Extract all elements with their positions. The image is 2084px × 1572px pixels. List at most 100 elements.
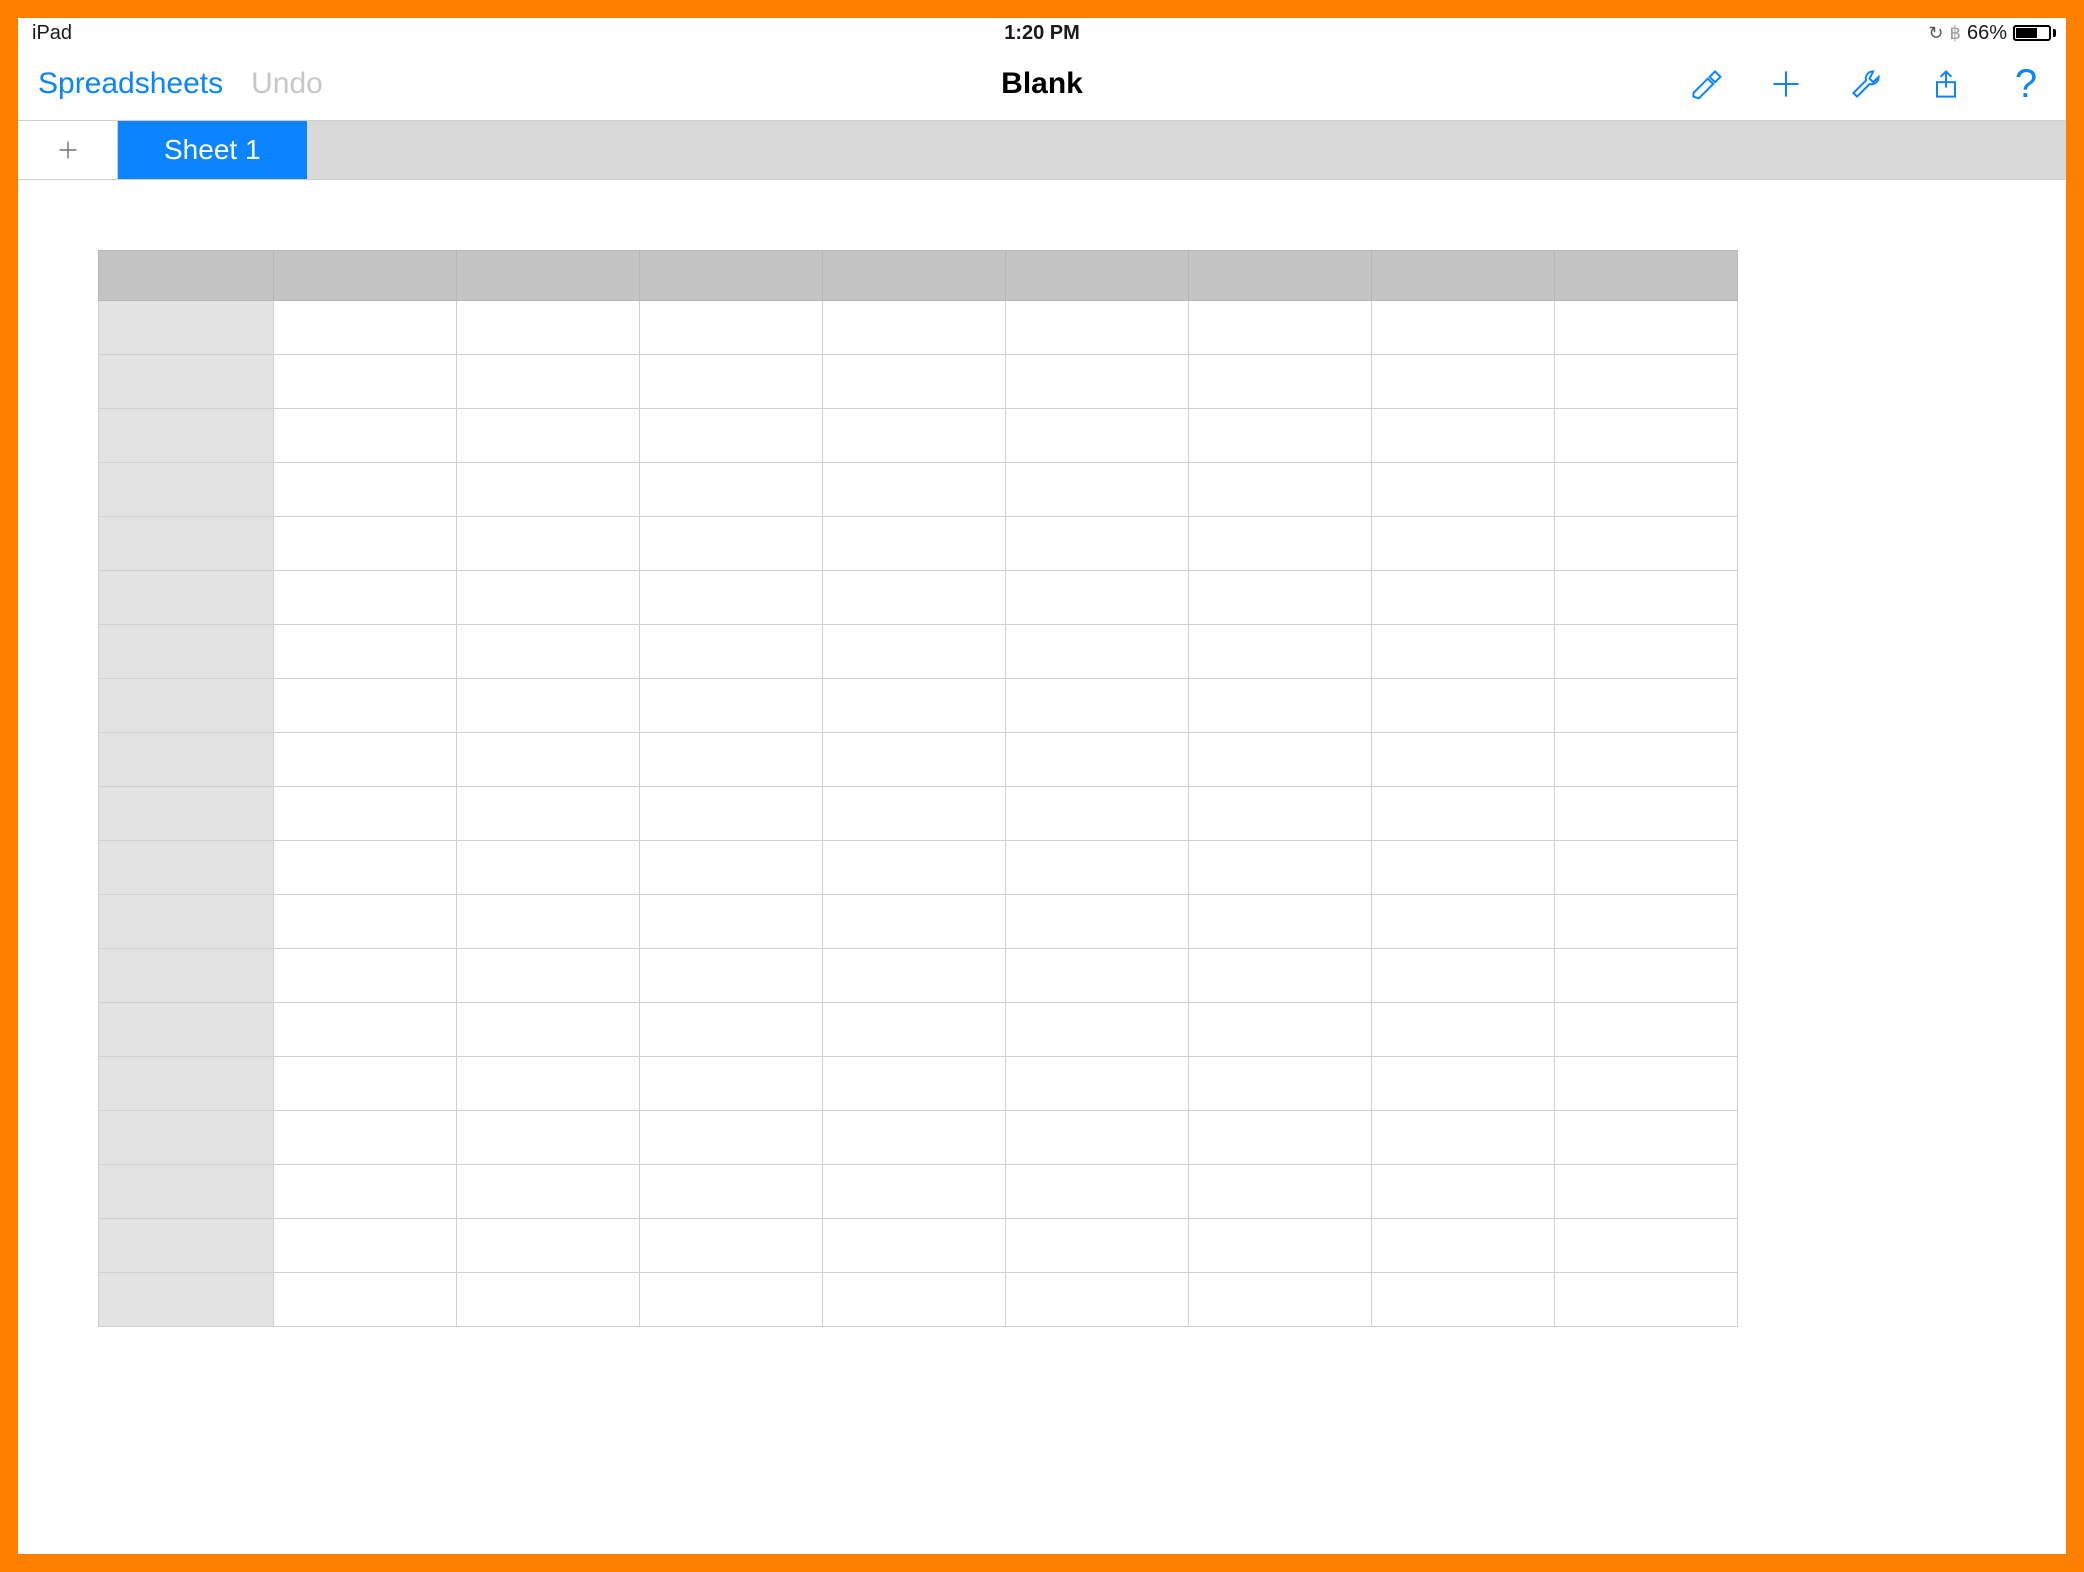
cell[interactable] xyxy=(823,463,1006,517)
cell[interactable] xyxy=(274,517,457,571)
cell[interactable] xyxy=(1189,1165,1372,1219)
row-header[interactable] xyxy=(99,1219,274,1273)
sheet-tab-active[interactable]: Sheet 1 xyxy=(118,121,307,179)
cell[interactable] xyxy=(1189,949,1372,1003)
cell[interactable] xyxy=(1189,301,1372,355)
cell[interactable] xyxy=(823,895,1006,949)
cell[interactable] xyxy=(1189,679,1372,733)
cell[interactable] xyxy=(1555,463,1738,517)
cell[interactable] xyxy=(823,949,1006,1003)
cell[interactable] xyxy=(1189,895,1372,949)
cell[interactable] xyxy=(640,517,823,571)
row-header[interactable] xyxy=(99,1273,274,1327)
cell[interactable] xyxy=(1372,1003,1555,1057)
cell[interactable] xyxy=(1189,571,1372,625)
cell[interactable] xyxy=(1006,1057,1189,1111)
row-header[interactable] xyxy=(99,409,274,463)
cell[interactable] xyxy=(1555,895,1738,949)
column-header[interactable] xyxy=(640,251,823,301)
cell[interactable] xyxy=(1189,1003,1372,1057)
sheet-canvas[interactable] xyxy=(18,180,2066,1554)
cell[interactable] xyxy=(457,1273,640,1327)
cell[interactable] xyxy=(457,1219,640,1273)
cell[interactable] xyxy=(1372,1057,1555,1111)
cell[interactable] xyxy=(457,949,640,1003)
cell[interactable] xyxy=(1372,463,1555,517)
cell[interactable] xyxy=(1189,1057,1372,1111)
cell[interactable] xyxy=(1555,1273,1738,1327)
cell[interactable] xyxy=(1189,409,1372,463)
undo-button[interactable]: Undo xyxy=(251,67,323,101)
cell[interactable] xyxy=(823,1165,1006,1219)
cell[interactable] xyxy=(1555,1219,1738,1273)
cell[interactable] xyxy=(1006,949,1189,1003)
cell[interactable] xyxy=(1006,409,1189,463)
cell[interactable] xyxy=(457,1057,640,1111)
cell[interactable] xyxy=(1006,517,1189,571)
cell[interactable] xyxy=(1372,1219,1555,1273)
cell[interactable] xyxy=(640,463,823,517)
back-button[interactable]: Spreadsheets xyxy=(38,67,223,101)
cell[interactable] xyxy=(1006,895,1189,949)
cell[interactable] xyxy=(274,1165,457,1219)
cell[interactable] xyxy=(274,409,457,463)
cell[interactable] xyxy=(1006,301,1189,355)
row-header[interactable] xyxy=(99,463,274,517)
column-header[interactable] xyxy=(1555,251,1738,301)
cell[interactable] xyxy=(274,679,457,733)
cell[interactable] xyxy=(457,841,640,895)
cell[interactable] xyxy=(640,1273,823,1327)
help-button[interactable]: ? xyxy=(2006,64,2046,104)
cell[interactable] xyxy=(823,409,1006,463)
cell[interactable] xyxy=(1555,517,1738,571)
cell[interactable] xyxy=(1006,463,1189,517)
row-header[interactable] xyxy=(99,841,274,895)
cell[interactable] xyxy=(823,1057,1006,1111)
cell[interactable] xyxy=(274,841,457,895)
cell[interactable] xyxy=(640,787,823,841)
cell[interactable] xyxy=(1006,1165,1189,1219)
cell[interactable] xyxy=(823,571,1006,625)
column-header[interactable] xyxy=(274,251,457,301)
cell[interactable] xyxy=(457,1003,640,1057)
cell[interactable] xyxy=(823,1003,1006,1057)
cell[interactable] xyxy=(1189,355,1372,409)
cell[interactable] xyxy=(640,409,823,463)
row-header[interactable] xyxy=(99,301,274,355)
cell[interactable] xyxy=(274,949,457,1003)
cell[interactable] xyxy=(640,733,823,787)
row-header[interactable] xyxy=(99,895,274,949)
cell[interactable] xyxy=(274,1273,457,1327)
cell[interactable] xyxy=(1555,949,1738,1003)
cell[interactable] xyxy=(1006,787,1189,841)
cell[interactable] xyxy=(1372,1165,1555,1219)
cell[interactable] xyxy=(1555,409,1738,463)
cell[interactable] xyxy=(1006,1111,1189,1165)
cell[interactable] xyxy=(640,1003,823,1057)
cell[interactable] xyxy=(1372,409,1555,463)
row-header[interactable] xyxy=(99,787,274,841)
cell[interactable] xyxy=(274,895,457,949)
cell[interactable] xyxy=(640,571,823,625)
cell[interactable] xyxy=(1189,1111,1372,1165)
cell[interactable] xyxy=(457,409,640,463)
grid-corner-cell[interactable] xyxy=(99,251,274,301)
cell[interactable] xyxy=(1006,1273,1189,1327)
cell[interactable] xyxy=(1189,463,1372,517)
cell[interactable] xyxy=(823,1219,1006,1273)
row-header[interactable] xyxy=(99,571,274,625)
cell[interactable] xyxy=(1372,571,1555,625)
row-header[interactable] xyxy=(99,733,274,787)
cell[interactable] xyxy=(1372,625,1555,679)
cell[interactable] xyxy=(1006,625,1189,679)
cell[interactable] xyxy=(274,733,457,787)
column-header[interactable] xyxy=(1006,251,1189,301)
cell[interactable] xyxy=(274,463,457,517)
cell[interactable] xyxy=(1372,841,1555,895)
cell[interactable] xyxy=(1006,571,1189,625)
row-header[interactable] xyxy=(99,1003,274,1057)
cell[interactable] xyxy=(1372,949,1555,1003)
cell[interactable] xyxy=(1189,841,1372,895)
cell[interactable] xyxy=(1372,1273,1555,1327)
cell[interactable] xyxy=(640,625,823,679)
